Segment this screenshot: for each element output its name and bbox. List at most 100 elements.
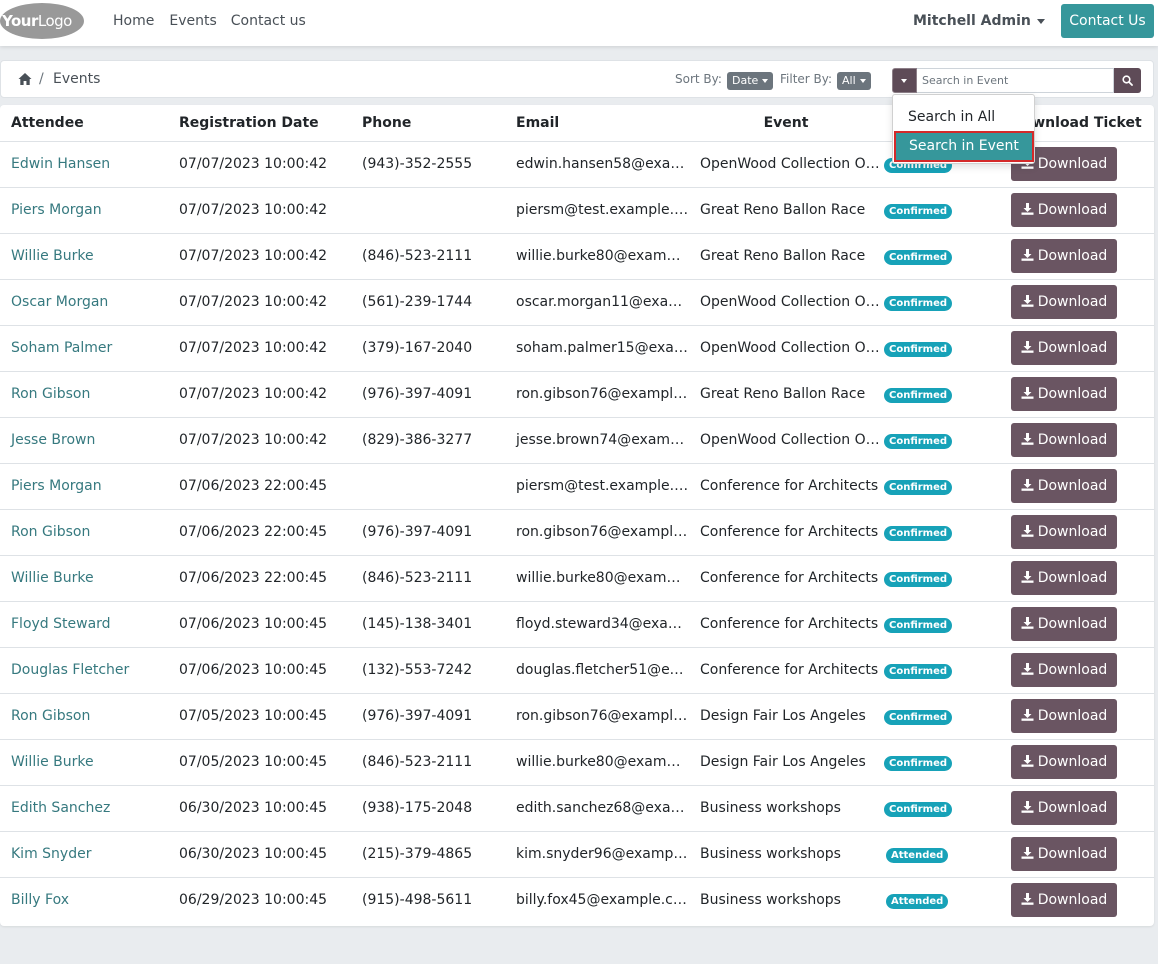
attendee-link[interactable]: Edwin Hansen [0,141,168,188]
sort-dropdown[interactable]: Date [727,72,774,90]
attendee-link[interactable]: Douglas Fletcher [0,647,168,694]
filter-value: All [842,74,856,87]
attendee-link[interactable]: Willie Burke [0,555,168,602]
email: floyd.steward34@example.com [505,601,689,648]
download-button[interactable]: Download [1011,883,1117,918]
download-label: Download [1037,202,1108,218]
status-cell: Confirmed [883,463,1000,510]
download-button[interactable]: Download [1011,561,1117,595]
download-label: Download [1037,570,1108,586]
event-name: OpenWood Collection Online Reveal [689,279,883,326]
chevron-down-icon [901,79,907,83]
attendee-link[interactable]: Kim Snyder [0,831,168,878]
attendee-link[interactable]: Oscar Morgan [0,279,168,326]
download-icon [1021,755,1034,767]
attendee-link[interactable]: Floyd Steward [0,601,168,648]
search-input[interactable] [917,68,1114,93]
sort-label: Sort By: [675,72,722,86]
download-button[interactable]: Download [1011,607,1117,641]
phone: (132)-553-7242 [351,647,505,694]
email: piersm@test.example.com [505,463,689,510]
registration-date: 07/07/2023 10:00:42 [168,417,351,464]
event-name: Conference for Architects [689,555,883,602]
user-menu[interactable]: Mitchell Admin [913,13,1045,29]
download-icon [1021,387,1034,399]
event-name: Conference for Architects [689,463,883,510]
download-button[interactable]: Download [1011,699,1117,733]
contact-us-button[interactable]: Contact Us [1061,4,1154,38]
attendee-link[interactable]: Edith Sanchez [0,785,168,832]
filter-dropdown[interactable]: All [837,72,871,90]
download-label: Download [1037,754,1108,770]
download-cell: Download [1000,739,1154,786]
event-name: Business workshops [700,892,841,909]
download-button[interactable]: Download [1011,791,1117,825]
download-button[interactable]: Download [1011,837,1117,871]
attendee-link[interactable]: Piers Morgan [0,187,168,234]
search-scope-toggle[interactable] [892,68,917,93]
download-button[interactable]: Download [1011,193,1117,227]
download-label: Download [1037,294,1108,310]
phone: (829)-386-3277 [351,417,505,464]
attendee-link[interactable]: Ron Gibson [0,509,168,556]
download-icon [1021,525,1034,537]
download-button[interactable]: Download [1011,377,1117,411]
phone: (976)-397-4091 [351,371,505,418]
download-button[interactable]: Download [1011,469,1117,503]
download-icon [1021,617,1034,629]
nav-home-link[interactable]: Home [113,13,154,29]
attendee-link[interactable]: Willie Burke [0,233,168,280]
registration-date: 07/07/2023 10:00:42 [168,141,351,188]
download-button[interactable]: Download [1011,331,1117,365]
download-button[interactable]: Download [1011,515,1117,549]
phone: (215)-379-4865 [351,831,505,878]
table-row: Oscar Morgan 07/07/2023 10:00:42 (561)-239… [0,279,1154,326]
download-icon [1021,433,1034,445]
download-cell: Download [1000,831,1154,878]
logo-text-bold: Your [2,12,38,30]
attendee-link[interactable]: Willie Burke [0,739,168,786]
status-cell: Confirmed [883,555,1000,602]
download-icon [1021,801,1034,813]
table-row: Floyd Steward 07/06/2023 10:00:45 (145)-13… [0,601,1154,648]
attendee-link[interactable]: Piers Morgan [0,463,168,510]
attendee-link[interactable]: Ron Gibson [0,371,168,418]
email: willie.burke80@example.com [505,739,689,786]
email: ron.gibson76@example.com [505,509,689,556]
table-row: Soham Palmer 07/07/2023 10:00:42 (379)-167… [0,325,1154,372]
registration-date: 07/07/2023 10:00:42 [168,371,351,418]
status-badge: Attended [886,847,949,863]
nav-events-link[interactable]: Events [169,13,216,29]
menu-item-search-event[interactable]: Search in Event [894,131,1034,162]
email: ron.gibson76@example.com [505,693,689,740]
status-badge: Confirmed [884,663,953,679]
registration-date: 07/06/2023 10:00:45 [168,601,351,648]
attendee-link[interactable]: Ron Gibson [0,693,168,740]
search-button[interactable] [1114,68,1141,93]
phone: (943)-352-2555 [351,141,505,188]
download-button[interactable]: Download [1011,239,1117,273]
attendee-link[interactable]: Jesse Brown [0,417,168,464]
download-label: Download [1037,386,1108,402]
logo[interactable]: YourLogo [0,3,84,39]
menu-item-search-all[interactable]: Search in All [893,104,1034,130]
nav-contact-link[interactable]: Contact us [231,13,306,29]
download-button[interactable]: Download [1011,285,1117,319]
download-label: Download [1037,156,1108,172]
search-icon [1122,75,1133,86]
download-button[interactable]: Download [1011,423,1117,457]
event-name: Conference for Architects [689,509,883,556]
download-cell: Download [1000,187,1154,234]
download-cell: Download [1000,877,1154,923]
table-row: Ron Gibson 07/05/2023 10:00:45 (976)-397-4… [0,693,1154,740]
home-icon[interactable] [18,72,32,86]
attendee-link[interactable]: Billy Fox [0,877,168,923]
download-button[interactable]: Download [1011,653,1117,687]
registrations-panel: Attendee Registration Date Phone Email E… [0,105,1154,926]
download-label: Download [1037,340,1108,356]
download-button[interactable]: Download [1011,745,1117,779]
download-icon [1021,847,1034,859]
col-email: Email [505,105,689,142]
table-row: Willie Burke 07/06/2023 22:00:45 (846)-523… [0,555,1154,602]
attendee-link[interactable]: Soham Palmer [0,325,168,372]
